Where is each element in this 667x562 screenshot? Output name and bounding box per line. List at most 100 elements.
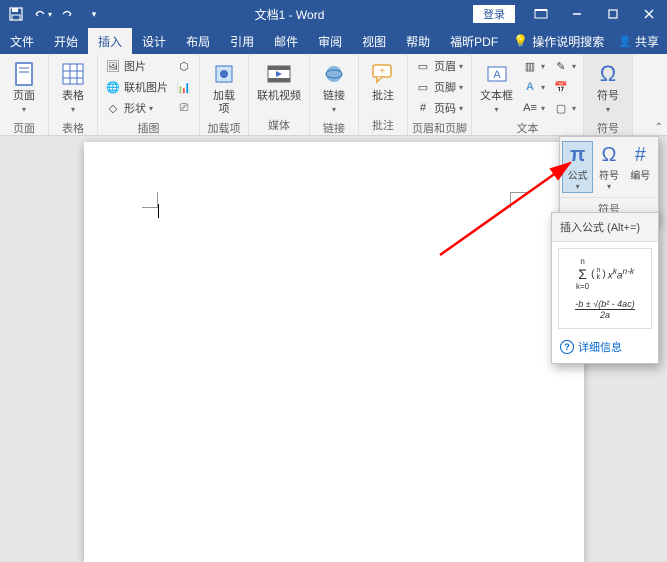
shapes-icon: ◇ (105, 100, 121, 116)
textbox-button[interactable]: A 文本框▾ (476, 56, 517, 118)
addins-button[interactable]: 加载 项 (204, 56, 244, 118)
group-links: 链接▾ 链接 (310, 54, 359, 135)
tab-review[interactable]: 审阅 (308, 28, 352, 54)
link-button[interactable]: 链接▾ (314, 56, 354, 118)
footer-button[interactable]: ▭页脚 ▾ (412, 77, 466, 97)
quick-access-toolbar: ▾ ▾ (0, 2, 106, 26)
date-button[interactable]: 📅 (550, 77, 579, 97)
tell-me-label: 操作说明搜索 (532, 33, 604, 50)
equation-tooltip-panel: 插入公式 (Alt+=) nΣk=0 (nk) xkan-k -b ± √(b²… (551, 212, 659, 364)
table-button[interactable]: 表格▾ (53, 56, 93, 118)
group-text: A 文本框▾ ▥▾ A▾ A≡▾ ✎▾ 📅 ▢▾ 文本 (472, 54, 584, 135)
video-icon (263, 58, 295, 90)
tab-insert[interactable]: 插入 (88, 28, 132, 54)
screenshot-icon: ⎚ (176, 100, 192, 116)
picture-icon: 🖼 (105, 58, 121, 74)
maximize-button[interactable] (595, 0, 631, 28)
number-dropdown-button[interactable]: # 编号 (625, 141, 656, 193)
link-icon (318, 58, 350, 90)
equation-dropdown-button[interactable]: π 公式 ▾ (562, 141, 593, 193)
info-icon: ? (560, 340, 574, 354)
share-icon: 👤 (618, 35, 632, 48)
group-addins: 加载 项 加载项 (200, 54, 249, 135)
signature-button[interactable]: ✎▾ (550, 56, 579, 76)
text-cursor (158, 204, 159, 218)
tell-me-search[interactable]: 💡 操作说明搜索 (513, 33, 604, 50)
page-number-button[interactable]: #页码 ▾ (412, 98, 466, 118)
login-button[interactable]: 登录 (473, 5, 515, 23)
document-page[interactable] (84, 142, 584, 562)
symbol-button[interactable]: Ω 符号▾ (588, 56, 628, 118)
comment-icon: + (367, 58, 399, 90)
symbol-dropdown-button[interactable]: Ω 符号 ▾ (593, 141, 624, 193)
pictures-button[interactable]: 🖼图片 (102, 56, 171, 76)
ribbon-tabs: 文件 开始 插入 设计 布局 引用 邮件 审阅 视图 帮助 福昕PDF 💡 操作… (0, 28, 667, 54)
lightbulb-icon: 💡 (513, 34, 528, 48)
group-comments: + 批注 批注 (359, 54, 408, 135)
addin-icon (208, 58, 240, 90)
pages-label: 页面 (13, 90, 35, 102)
screenshot-button[interactable]: ⎚ (173, 98, 195, 118)
online-pictures-button[interactable]: 🌐联机图片 (102, 77, 171, 97)
close-button[interactable] (631, 0, 667, 28)
symbol-label: 符号 (597, 90, 619, 102)
wordart-button[interactable]: A▾ (519, 77, 548, 97)
object-icon: ▢ (553, 100, 569, 116)
addins-label: 加载 项 (213, 90, 235, 116)
group-header-footer-label: 页眉和页脚 (412, 118, 467, 138)
smartart-button[interactable]: ⬡ (173, 56, 195, 76)
tab-view[interactable]: 视图 (352, 28, 396, 54)
margin-mark-tr (510, 192, 526, 208)
dropcap-button[interactable]: A≡▾ (519, 98, 548, 118)
collapse-ribbon-icon[interactable]: ⌃ (655, 122, 663, 133)
ribbon-options-icon[interactable] (523, 0, 559, 28)
save-button[interactable] (4, 2, 28, 26)
share-button[interactable]: 👤 共享 (618, 33, 659, 50)
group-header-footer: ▭页眉 ▾ ▭页脚 ▾ #页码 ▾ 页眉和页脚 (408, 54, 472, 135)
parts-icon: ▥ (522, 58, 538, 74)
pi-icon: π (566, 143, 590, 167)
signature-icon: ✎ (553, 58, 569, 74)
ribbon: 页面▾ 页面 表格▾ 表格 🖼图片 🌐联机图片 ◇形状 ▾ ⬡ 📊 ⎚ (0, 54, 667, 136)
tab-help[interactable]: 帮助 (396, 28, 440, 54)
undo-button[interactable]: ▾ (30, 2, 54, 26)
smartart-icon: ⬡ (176, 58, 192, 74)
pages-button[interactable]: 页面▾ (4, 56, 44, 118)
group-illustrations: 🖼图片 🌐联机图片 ◇形状 ▾ ⬡ 📊 ⎚ 插图 (98, 54, 200, 135)
tab-mailings[interactable]: 邮件 (264, 28, 308, 54)
chart-icon: 📊 (176, 79, 192, 95)
qat-customize[interactable]: ▾ (82, 2, 106, 26)
object-button[interactable]: ▢▾ (550, 98, 579, 118)
comment-button[interactable]: + 批注 (363, 56, 403, 105)
table-label: 表格 (62, 90, 84, 102)
tab-references[interactable]: 引用 (220, 28, 264, 54)
online-video-button[interactable]: 联机视频 (253, 56, 305, 105)
shapes-button[interactable]: ◇形状 ▾ (102, 98, 171, 118)
window-title: 文档1 - Word (106, 6, 473, 23)
equation-info-link[interactable]: ? 详细信息 (552, 335, 658, 359)
comment-label: 批注 (372, 90, 394, 103)
header-button[interactable]: ▭页眉 ▾ (412, 56, 466, 76)
tab-layout[interactable]: 布局 (176, 28, 220, 54)
equation-preview: nΣk=0 (nk) xkan-k -b ± √(b² - 4ac) 2a (558, 248, 652, 329)
video-label: 联机视频 (257, 90, 301, 103)
equation-panel-title: 插入公式 (Alt+=) (552, 213, 658, 242)
chart-button[interactable]: 📊 (173, 77, 195, 97)
tab-foxit[interactable]: 福昕PDF (440, 28, 508, 54)
group-comments-label: 批注 (363, 115, 403, 135)
group-tables: 表格▾ 表格 (49, 54, 98, 135)
link-label: 链接 (323, 90, 345, 102)
minimize-button[interactable] (559, 0, 595, 28)
tab-file[interactable]: 文件 (0, 28, 44, 54)
header-icon: ▭ (415, 58, 431, 74)
omega-icon: Ω (592, 58, 624, 90)
quick-parts-button[interactable]: ▥▾ (519, 56, 548, 76)
page-icon (8, 58, 40, 90)
redo-button[interactable] (56, 2, 80, 26)
group-illustrations-label: 插图 (102, 118, 195, 138)
svg-text:A: A (493, 69, 501, 81)
group-pages: 页面▾ 页面 (0, 54, 49, 135)
tab-design[interactable]: 设计 (132, 28, 176, 54)
wordart-icon: A (522, 79, 538, 95)
tab-home[interactable]: 开始 (44, 28, 88, 54)
